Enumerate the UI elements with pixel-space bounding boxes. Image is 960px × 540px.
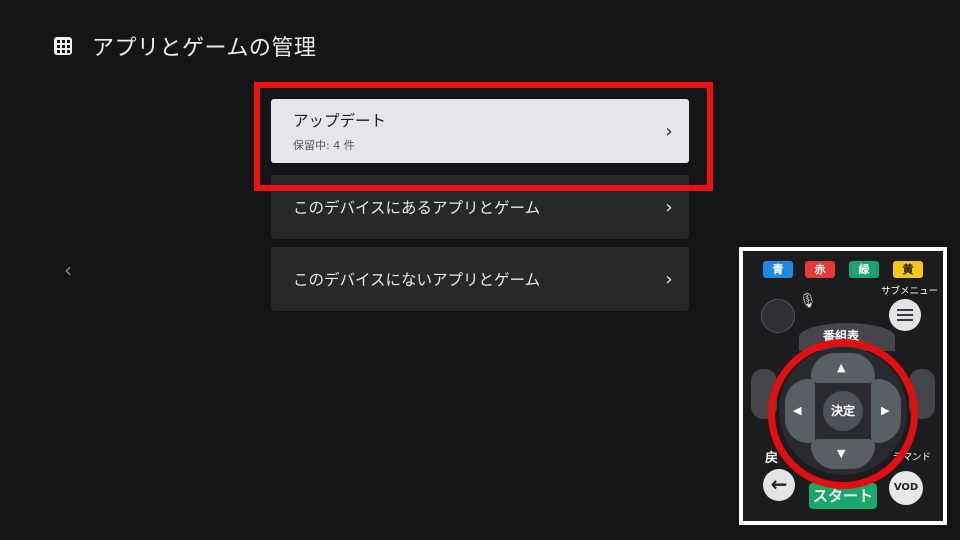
remote-body: 青 赤 緑 黄 サブメニュー 🎙 番組表 ▲ ▼ ◀ ▶ 決定 戻 ← スタート… [743,251,943,521]
vod-button: VOD [889,471,923,505]
chevron-right-icon: › [665,196,673,218]
page-title: アプリとゲームの管理 [92,36,317,61]
highlight-circle [768,339,918,489]
assistant-icon [761,299,795,333]
submenu-label: サブメニュー [881,286,939,297]
return-label: 戻 [765,451,779,466]
blue-button: 青 [763,261,793,278]
red-button: 赤 [805,261,835,278]
chevron-right-icon: › [665,268,673,290]
menu-item-label: このデバイスにないアプリとゲーム [293,271,541,289]
green-button: 緑 [849,261,879,278]
mic-icon: 🎙 [799,293,817,309]
highlight-rectangle [254,82,713,191]
menu-icon [889,299,921,331]
menu-item-not-installed-apps[interactable]: このデバイスにないアプリとゲーム › [271,247,689,311]
yellow-button: 黄 [893,261,923,278]
page-header: アプリとゲームの管理 [54,30,316,62]
chevron-left-icon[interactable]: ‹ [64,258,72,282]
apps-grid-icon [54,37,72,55]
back-arrow-icon: ← [763,469,795,501]
remote-control-image: 青 赤 緑 黄 サブメニュー 🎙 番組表 ▲ ▼ ◀ ▶ 決定 戻 ← スタート… [739,247,947,525]
menu-item-label: このデバイスにあるアプリとゲーム [293,199,541,217]
